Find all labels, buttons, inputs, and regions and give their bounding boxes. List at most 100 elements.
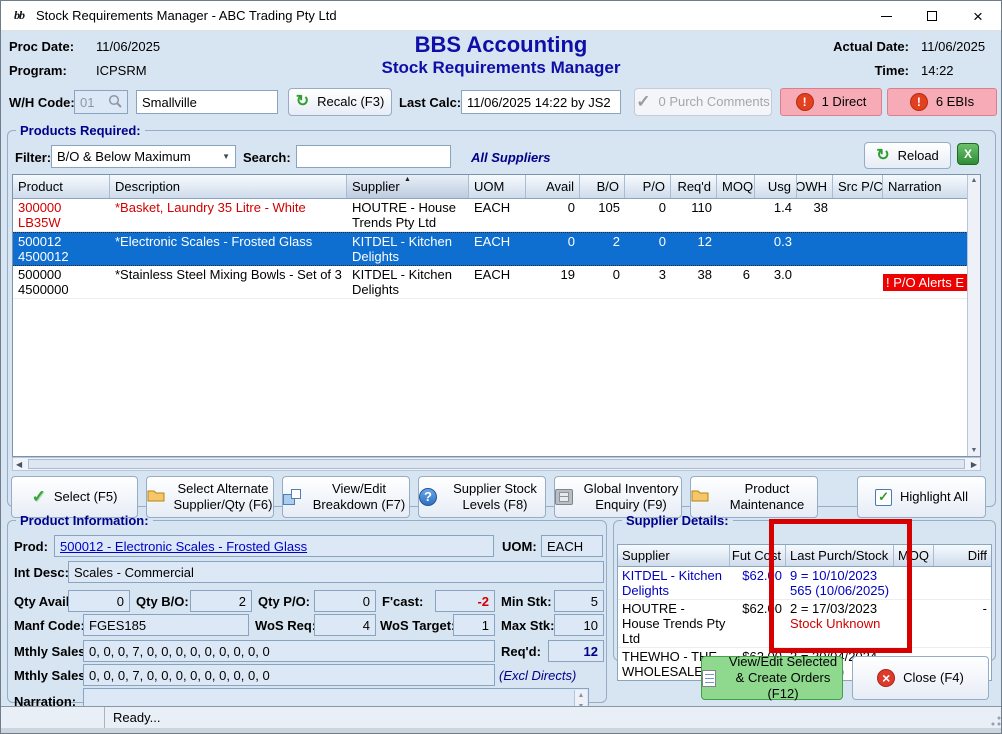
- col-diff[interactable]: Diff: [934, 545, 991, 566]
- direct-alert-button[interactable]: ! 1 Direct: [780, 88, 882, 116]
- col-owh[interactable]: OWH: [797, 175, 833, 198]
- uom-field: EACH: [541, 535, 603, 557]
- col-moq[interactable]: MOQ: [717, 175, 755, 198]
- close-f4-label: Close (F4): [903, 670, 964, 686]
- question-icon: ?: [419, 488, 437, 506]
- excel-icon: X: [957, 143, 979, 165]
- last-calc-field: 11/06/2025 14:22 by JS2: [461, 90, 621, 114]
- wos-req-field: 4: [314, 614, 376, 636]
- qty-po-label: Qty P/O:: [258, 594, 310, 609]
- select-button[interactable]: ✓ Select (F5): [11, 476, 138, 518]
- supplier-stock-levels-button[interactable]: ? Supplier Stock Levels (F8): [418, 476, 546, 518]
- col-reqd[interactable]: Req'd: [671, 175, 717, 198]
- search-label: Search:: [243, 150, 291, 165]
- filter-value: B/O & Below Maximum: [57, 149, 191, 164]
- minimize-button[interactable]: [863, 1, 909, 31]
- col-supplier[interactable]: Supplier: [618, 545, 730, 566]
- export-excel-button[interactable]: X: [957, 143, 979, 165]
- suppliers-scope-label: All Suppliers: [471, 150, 550, 165]
- view-edit-create-orders-button[interactable]: View/Edit Selected & Create Orders (F12): [701, 656, 843, 700]
- scrollbar-thumb[interactable]: [28, 459, 965, 469]
- resize-grip[interactable]: [991, 716, 1001, 726]
- proc-date-value: 11/06/2025: [96, 39, 160, 54]
- recalc-label: Recalc (F3): [317, 94, 384, 110]
- reload-button[interactable]: ↻ Reload: [864, 142, 951, 169]
- select-alternate-button[interactable]: Select Alternate Supplier/Qty (F6): [146, 476, 274, 518]
- highlight-all-button[interactable]: ✓ Highlight All: [857, 476, 986, 518]
- sort-asc-icon: ▲: [404, 176, 411, 183]
- supplier-row[interactable]: KITDEL - Kitchen Delights $62.00 9 = 10/…: [618, 567, 991, 600]
- prod-link[interactable]: 500012 - Electronic Scales - Frosted Gla…: [60, 539, 307, 554]
- last-calc-value: 11/06/2025 14:22 by JS2: [467, 95, 611, 110]
- products-required-legend: Products Required:: [16, 123, 145, 138]
- col-usg[interactable]: Usg: [755, 175, 797, 198]
- col-po[interactable]: P/O: [625, 175, 671, 198]
- chevron-down-icon: ▼: [222, 152, 230, 161]
- scroll-left-icon[interactable]: ◀: [13, 460, 25, 469]
- status-bar: Ready...: [1, 706, 1002, 728]
- table-vertical-scrollbar[interactable]: ▲ ▼: [967, 175, 980, 456]
- col-fut-cost[interactable]: Fut Cost: [730, 545, 786, 566]
- col-moq[interactable]: MOQ: [894, 545, 934, 566]
- folder-icon: [147, 488, 165, 506]
- close-f4-button[interactable]: × Close (F4): [852, 656, 989, 700]
- close-button[interactable]: ×: [955, 1, 1001, 31]
- window-copy-icon: [283, 489, 301, 505]
- qty-avail-field: 0: [68, 590, 130, 612]
- scroll-right-icon[interactable]: ▶: [968, 460, 980, 469]
- col-avail[interactable]: Avail: [526, 175, 580, 198]
- product-information-group: Product Information: Prod: 500012 - Elec…: [7, 513, 607, 703]
- refresh-icon: ↻: [876, 148, 889, 164]
- program-value: ICPSRM: [96, 63, 147, 78]
- app-window: bb Stock Requirements Manager - ABC Trad…: [0, 0, 1002, 734]
- fcast-label: F'cast:: [382, 594, 423, 609]
- time-label: Time:: [829, 63, 909, 78]
- col-narration[interactable]: Narration: [883, 175, 968, 198]
- ebis-alert-button[interactable]: ! 6 EBIs: [887, 88, 997, 116]
- actual-date-value: 11/06/2025: [921, 39, 985, 54]
- table-horizontal-scrollbar[interactable]: ◀ ▶: [12, 457, 981, 471]
- title-bar: bb Stock Requirements Manager - ABC Trad…: [1, 1, 1001, 31]
- red-x-icon: ×: [877, 669, 895, 687]
- scroll-down-icon[interactable]: ▼: [971, 447, 978, 454]
- col-srcpc[interactable]: Src P/C: [833, 175, 883, 198]
- reqd-label: Req'd:: [501, 644, 541, 659]
- wh-name-field[interactable]: Smallville: [136, 90, 278, 114]
- wh-name-value: Smallville: [142, 95, 197, 110]
- col-last-purch-stock[interactable]: Last Purch/Stock: [786, 545, 894, 566]
- col-supplier[interactable]: Supplier▲: [347, 175, 469, 198]
- col-product[interactable]: Product: [13, 175, 110, 198]
- scroll-up-icon[interactable]: ▲: [971, 177, 978, 184]
- wh-code-value: 01: [80, 95, 94, 110]
- supplier-row[interactable]: HOUTRE - House Trends Pty Ltd $62.00 2 =…: [618, 600, 991, 648]
- app-subtitle: Stock Requirements Manager: [301, 58, 701, 78]
- bottom-strip: [1, 728, 1002, 734]
- col-uom[interactable]: UOM: [469, 175, 526, 198]
- product-row[interactable]: 500000 4500000 *Stainless Steel Mixing B…: [13, 266, 968, 299]
- maximize-button[interactable]: [909, 1, 955, 31]
- purch-comments-button[interactable]: ✓ 0 Purch Comments: [634, 88, 772, 116]
- mthly-sales-field-1: 0, 0, 0, 7, 0, 0, 0, 0, 0, 0, 0, 0, 0: [83, 640, 495, 662]
- qty-avail-label: Qty Avail:: [14, 594, 74, 609]
- supplier-details-legend: Supplier Details:: [622, 513, 733, 528]
- select-alternate-label: Select Alternate Supplier/Qty (F6): [173, 481, 273, 513]
- product-row[interactable]: 300000 LB35W *Basket, Laundry 35 Litre -…: [13, 199, 968, 232]
- col-description[interactable]: Description: [110, 175, 347, 198]
- search-input[interactable]: [296, 145, 451, 168]
- view-edit-breakdown-button[interactable]: View/Edit Breakdown (F7): [282, 476, 410, 518]
- recalc-button[interactable]: ↻ Recalc (F3): [288, 88, 392, 116]
- wh-code-label: W/H Code:: [9, 95, 75, 110]
- global-inventory-button[interactable]: Global Inventory Enquiry (F9): [554, 476, 682, 518]
- spin-up-icon[interactable]: ▲: [578, 692, 585, 699]
- search-lookup-icon[interactable]: [108, 94, 122, 111]
- mthly-sales-label-2: Mthly Sales:: [14, 668, 90, 683]
- filter-dropdown[interactable]: B/O & Below Maximum ▼: [51, 145, 236, 168]
- product-maintenance-button[interactable]: Product Maintenance: [690, 476, 818, 518]
- cabinet-icon: [555, 489, 573, 505]
- product-row-selected[interactable]: 500012 4500012 *Electronic Scales - Fros…: [13, 232, 968, 266]
- qty-bo-field: 2: [190, 590, 252, 612]
- checkbox-checked-icon[interactable]: ✓: [875, 489, 892, 506]
- col-bo[interactable]: B/O: [580, 175, 625, 198]
- wh-code-field[interactable]: 01: [74, 90, 128, 114]
- status-text: Ready...: [105, 710, 160, 725]
